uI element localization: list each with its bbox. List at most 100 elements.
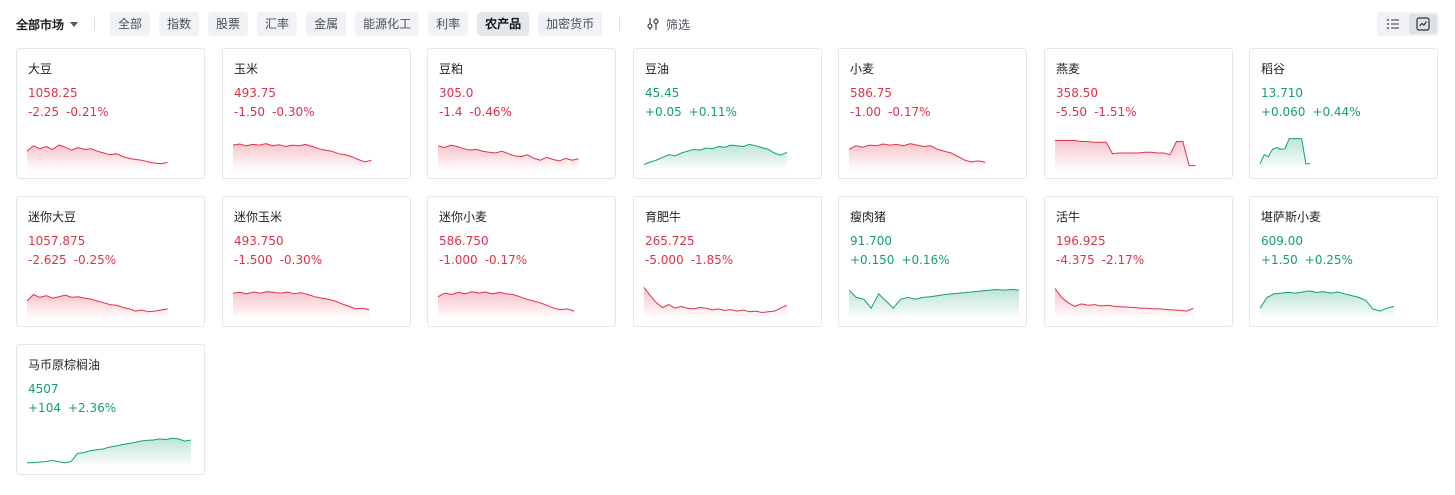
quote-price: 45.45 xyxy=(645,86,680,100)
quote-change-percent: +2.36% xyxy=(67,401,117,415)
tab-6[interactable]: 利率 xyxy=(428,12,469,36)
quote-change-value: -1.000 xyxy=(439,253,478,267)
quote-change-percent: +0.11% xyxy=(688,105,737,119)
quote-price: 493.750 xyxy=(234,234,284,248)
quote-name: 小麦 xyxy=(850,62,875,76)
quote-name: 瘦肉猪 xyxy=(850,210,887,224)
quote-card[interactable]: 马币原棕榈油 4507 +104 +2.36% xyxy=(16,344,205,475)
quote-change: -5.000 -1.85% xyxy=(645,253,733,267)
sparkline-area xyxy=(438,291,575,319)
tab-2[interactable]: 股票 xyxy=(208,12,249,36)
sparkline-area xyxy=(1055,288,1194,319)
market-dropdown[interactable]: 全部市场 xyxy=(16,12,79,36)
market-dropdown-label: 全部市场 xyxy=(16,17,65,32)
sparkline-chart xyxy=(27,437,192,467)
quote-card[interactable]: 育肥牛 265.725 -5.000 -1.85% xyxy=(633,196,822,327)
quote-change-percent: +0.25% xyxy=(1304,253,1353,267)
sparkline-area xyxy=(27,294,168,319)
sparkline-chart xyxy=(1259,138,1310,171)
quote-card[interactable]: 迷你大豆 1057.875 -2.625 -0.25% xyxy=(16,196,205,327)
quote-name: 育肥牛 xyxy=(645,210,682,224)
quote-card[interactable]: 大豆 1058.25 -2.25 -0.21% xyxy=(16,48,205,179)
quote-change: -2.625 -0.25% xyxy=(28,253,116,267)
quote-change-value: -4.375 xyxy=(1056,253,1095,267)
filter-label: 筛选 xyxy=(666,17,691,32)
sparkline-chart xyxy=(1259,290,1395,319)
tab-8[interactable]: 加密货币 xyxy=(538,12,603,36)
tab-7[interactable]: 农产品 xyxy=(477,12,530,36)
sparkline-area xyxy=(849,143,986,171)
sparkline-area xyxy=(27,438,191,467)
quote-price: 586.75 xyxy=(850,86,892,100)
quote-change-percent: -0.30% xyxy=(279,253,323,267)
sparkline-chart xyxy=(26,144,168,171)
quote-card[interactable]: 稻谷 13.710 +0.060 +0.44% xyxy=(1249,48,1438,179)
sparkline-area xyxy=(233,291,370,319)
sparkline-area xyxy=(27,145,168,171)
tab-0[interactable]: 全部 xyxy=(110,12,151,36)
quote-change-value: +104 xyxy=(28,401,61,415)
quote-change-value: -1.00 xyxy=(850,105,882,119)
quote-name: 迷你玉米 xyxy=(234,210,283,224)
quote-card[interactable]: 小麦 586.75 -1.00 -0.17% xyxy=(838,48,1027,179)
sparkline-chart xyxy=(232,291,370,319)
quote-change: -1.00 -0.17% xyxy=(850,105,931,119)
quote-name: 马币原棕榈油 xyxy=(28,358,101,372)
quote-change-value: +1.50 xyxy=(1261,253,1298,267)
sparkline-area xyxy=(1260,290,1394,319)
quote-price: 4507 xyxy=(28,382,59,396)
quote-change-percent: -0.25% xyxy=(73,253,117,267)
quote-price: 493.75 xyxy=(234,86,276,100)
tab-5[interactable]: 能源化工 xyxy=(355,12,420,36)
sparkline-area xyxy=(438,145,579,171)
quote-change-percent: -0.30% xyxy=(272,105,315,119)
filter-sliders-icon xyxy=(647,18,659,30)
quote-price: 305.0 xyxy=(439,86,474,100)
quote-price: 358.50 xyxy=(1056,86,1098,100)
quote-change-value: -1.500 xyxy=(234,253,273,267)
quote-card[interactable]: 燕麦 358.50 -5.50 -1.51% xyxy=(1044,48,1233,179)
quote-change-value: -2.25 xyxy=(28,105,60,119)
quote-change: +0.060 +0.44% xyxy=(1261,105,1361,119)
tab-1[interactable]: 指数 xyxy=(159,12,200,36)
quote-price: 196.925 xyxy=(1056,234,1106,248)
quote-price: 1058.25 xyxy=(28,86,78,100)
quote-card[interactable]: 活牛 196.925 -4.375 -2.17% xyxy=(1044,196,1233,327)
filter-button[interactable]: 筛选 xyxy=(646,12,690,36)
sparkline-chart xyxy=(26,293,168,319)
quote-change-value: +0.060 xyxy=(1261,105,1306,119)
quote-card[interactable]: 玉米 493.75 -1.50 -0.30% xyxy=(222,48,411,179)
list-view-button[interactable] xyxy=(1379,14,1407,34)
quote-price: 1057.875 xyxy=(28,234,86,248)
view-toggle xyxy=(1377,12,1439,36)
sparkline-chart xyxy=(643,143,788,171)
quote-change: -1.500 -0.30% xyxy=(234,253,322,267)
quote-card[interactable]: 迷你小麦 586.750 -1.000 -0.17% xyxy=(427,196,616,327)
quote-name: 堪萨斯小麦 xyxy=(1261,210,1322,224)
quote-card[interactable]: 迷你玉米 493.750 -1.500 -0.30% xyxy=(222,196,411,327)
market-toolbar: 全部市场 全部 指数 股票 汇率 金属 能源化工 利率 农产品 加密货币 筛选 xyxy=(16,12,1439,36)
sparkline-chart xyxy=(848,288,1020,319)
quote-change: +0.150 +0.16% xyxy=(850,253,950,267)
chart-view-button[interactable] xyxy=(1409,14,1437,34)
sparkline-chart xyxy=(848,143,986,171)
sparkline-chart xyxy=(1055,139,1196,171)
quote-name: 迷你大豆 xyxy=(28,210,77,224)
quote-name: 迷你小麦 xyxy=(439,210,488,224)
quote-change: +0.05 +0.11% xyxy=(645,105,737,119)
quote-card[interactable]: 豆粕 305.0 -1.4 -0.46% xyxy=(427,48,616,179)
toolbar-divider xyxy=(94,17,95,31)
sparkline-chart xyxy=(437,291,575,319)
quote-change-percent: -0.46% xyxy=(469,105,512,119)
tab-4[interactable]: 金属 xyxy=(306,12,347,36)
quote-change: +104 +2.36% xyxy=(28,401,116,415)
tab-3[interactable]: 汇率 xyxy=(257,12,298,36)
quote-name: 燕麦 xyxy=(1056,62,1081,76)
quote-card[interactable]: 瘦肉猪 91.700 +0.150 +0.16% xyxy=(838,196,1027,327)
sparkline-chart xyxy=(232,143,372,171)
quote-card[interactable]: 堪萨斯小麦 609.00 +1.50 +0.25% xyxy=(1249,196,1438,327)
sparkline-chart xyxy=(437,144,579,171)
quote-card[interactable]: 豆油 45.45 +0.05 +0.11% xyxy=(633,48,822,179)
sparkline-chart xyxy=(1054,288,1194,319)
sparkline-area xyxy=(849,289,1019,319)
